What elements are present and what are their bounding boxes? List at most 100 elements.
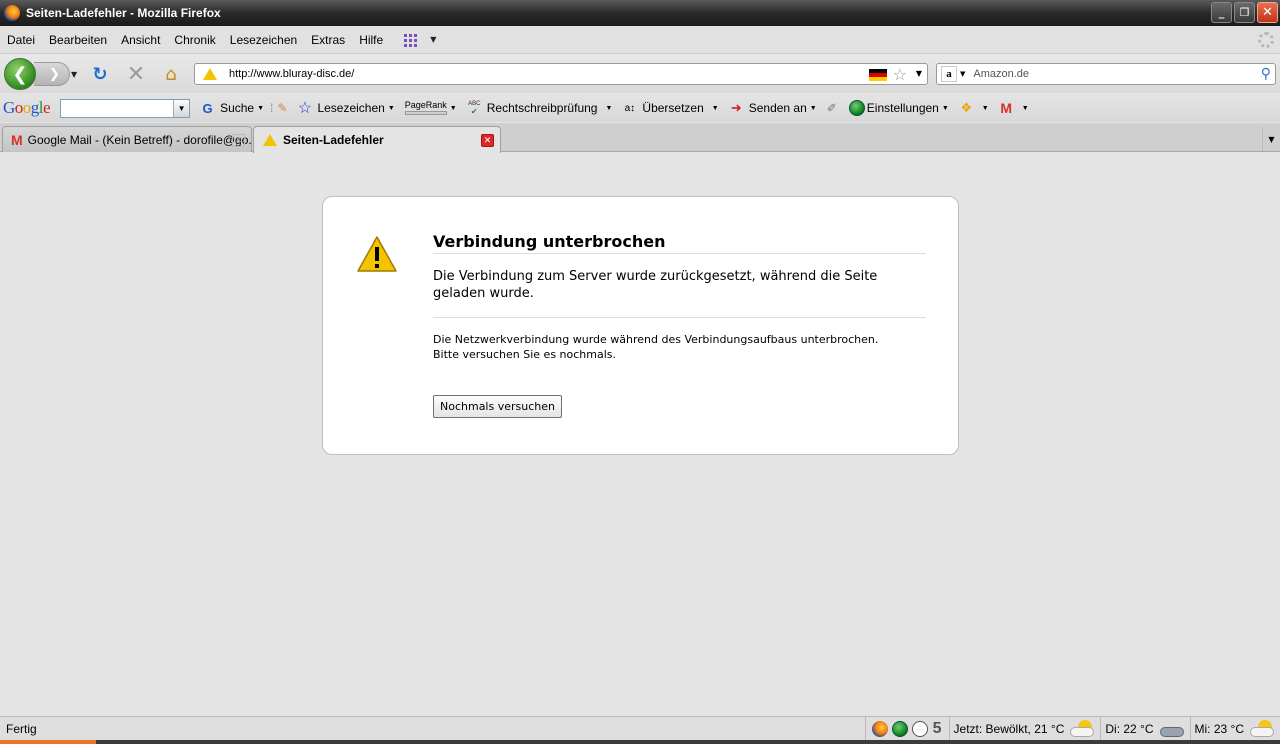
warning-icon [357,236,397,272]
status-addons-panel: 5 [864,717,949,740]
weather-wed-panel[interactable]: Mi: 23 °C [1189,717,1280,740]
back-forward-group: ❯ ❮ ▼ [4,58,80,90]
minimize-button[interactable]: _ [1211,2,1232,23]
maximize-button[interactable]: ❐ [1234,2,1255,23]
weather-cloud-icon [1070,719,1096,738]
menu-chronik[interactable]: Chronik [167,33,222,47]
back-button[interactable]: ❮ [4,58,36,90]
taskbar-start-button[interactable] [0,740,96,744]
reload-icon[interactable]: ↻ [90,64,110,85]
amazon-icon[interactable]: a [941,66,957,82]
menu-lesezeichen[interactable]: Lesezeichen [223,33,304,47]
send-to-button[interactable]: ➜ Senden an ▼ [729,100,817,116]
tab-label: Google Mail - (Kein Betreff) - dorofile@… [27,132,252,147]
send-icon: ➜ [730,100,742,115]
apps-grid-icon[interactable] [404,32,419,47]
weather-cloud-icon [1250,719,1276,738]
status-text: Fertig [6,721,37,736]
google-toolbar: Google ▼ G Suche ▼ ⁞ ✎ ☆ Lesezeichen ▼ PageR… [0,94,1280,122]
status-panels: 5 Jetzt: Bewölkt, 21 °C Di: 22 °C Mi: 23… [864,717,1280,740]
chevron-down-icon[interactable]: ▼ [173,99,190,117]
tab-strip: M Google Mail - (Kein Betreff) - dorofil… [0,123,1280,153]
search-bar[interactable]: a ▼ Amazon.de ⚲ [936,63,1276,85]
bookmark-star-icon[interactable]: ☆ [893,65,907,84]
error-long-line: Bitte versuchen Sie es nochmals. [433,348,617,361]
stop-icon[interactable]: ✕ [126,62,146,87]
tab-seiten-ladefehler[interactable]: Seiten-Ladefehler ✕ [253,126,501,153]
highlighter-icon[interactable]: ✐ [827,101,837,115]
menu-hilfe[interactable]: Hilfe [352,33,390,47]
german-flag-icon [869,69,887,81]
settings-green-icon [848,100,865,116]
url-dropdown-icon[interactable]: ▼ [916,69,922,78]
navigation-toolbar: ❯ ❮ ▼ ↻ ✕ ⌂ http://www.bluray-disc.de/ ☆… [0,55,1280,93]
forward-button[interactable]: ❯ [34,62,70,86]
menu-ansicht[interactable]: Ansicht [114,33,167,47]
url-input[interactable]: http://www.bluray-disc.de/ [229,68,354,80]
chevron-down-icon[interactable]: ▼ [430,35,436,44]
tab-list-button[interactable]: ▼ [1262,127,1280,151]
close-tab-button[interactable]: ✕ [481,134,494,147]
search-engine-dropdown-icon[interactable]: ▼ [960,70,965,78]
error-short-description: Die Verbindung zum Server wurde zurückge… [433,268,926,318]
warning-icon [263,134,277,146]
url-bar[interactable]: http://www.bluray-disc.de/ ☆ ▼ [194,63,928,85]
settings-button[interactable]: Einstellungen ▼ [847,100,949,116]
gmail-icon: M [11,131,23,148]
forward-arrow-icon: ❯ [49,66,60,82]
magnifier-icon[interactable]: ⚲ [1261,66,1271,82]
menu-bearbeiten[interactable]: Bearbeiten [42,33,114,47]
google-bookmarks-button[interactable]: ☆ Lesezeichen ▼ [297,100,395,117]
status-green-icon[interactable] [891,720,908,737]
translate-button[interactable]: a↕ Übersetzen ▼ [622,101,719,116]
home-icon[interactable]: ⌂ [161,64,181,85]
weather-tue-text: Di: 22 °C [1105,721,1154,736]
gadgets-button[interactable]: ❖ ▼ [959,100,988,116]
firefox-icon[interactable] [871,720,888,737]
window-titlebar: Seiten-Ladefehler - Mozilla Firefox _ ❐ … [0,0,1280,26]
spellcheck-icon: ABC ✔ [468,100,481,116]
tab-label: Seiten-Ladefehler [283,133,384,147]
menu-extras[interactable]: Extras [304,33,352,47]
spellcheck-button[interactable]: ABC ✔ Rechtschreibprüfung ▼ [467,100,612,116]
weather-wed-text: Mi: 23 °C [1194,721,1244,736]
error-title: Verbindung unterbrochen [433,232,926,254]
back-arrow-icon: ❮ [12,63,28,85]
menu-bar: Datei Bearbeiten Ansicht Chronik Lesezei… [0,26,1280,54]
window-controls: _ ❐ ✕ [1211,2,1278,23]
counter-badge[interactable]: 5 [933,720,942,738]
error-long-line: Die Netzwerkverbindung wurde während des… [433,333,879,346]
weather-now-text: Jetzt: Bewölkt, 21 °C [953,721,1065,736]
menu-datei[interactable]: Datei [0,33,42,47]
weather-tue-panel[interactable]: Di: 22 °C [1100,717,1189,740]
toolbar-grip-icon: ⁞ [270,101,274,115]
gmail-icon: M [1000,100,1013,116]
star-icon: ☆ [297,100,313,117]
error-long-description: Die Netzwerkverbindung wurde während des… [433,332,926,362]
google-search-input[interactable]: ▼ [60,98,191,118]
error-page-box: Verbindung unterbrochen Die Verbindung z… [322,196,959,455]
taskbar-strip [0,740,1280,744]
weather-rain-icon [1159,720,1186,738]
tab-google-mail[interactable]: M Google Mail - (Kein Betreff) - dorofil… [2,126,252,152]
warning-icon [203,68,217,80]
throbber-icon [1258,32,1274,48]
notepad-icon[interactable]: ✎ [277,101,287,115]
search-input[interactable]: Amazon.de [973,68,1029,80]
gmail-button[interactable]: M ▼ [999,100,1028,116]
gadgets-icon: ❖ [960,100,973,115]
clock-icon[interactable] [911,720,928,737]
history-dropdown-icon[interactable]: ▼ [71,70,77,79]
close-tab-button[interactable]: ✕ [232,134,245,147]
google-logo[interactable]: Google [3,98,51,118]
pagerank-indicator[interactable]: PageRank ▼ [404,101,457,115]
retry-button[interactable]: Nochmals versuchen [433,395,562,418]
google-search-button[interactable]: G Suche ▼ [200,100,265,116]
translate-icon: a↕ [624,102,636,114]
close-window-button[interactable]: ✕ [1257,2,1278,23]
weather-now-panel[interactable]: Jetzt: Bewölkt, 21 °C [948,717,1101,740]
status-bar: Fertig 5 Jetzt: Bewölkt, 21 °C Di: 22 °C… [0,716,1280,740]
page-content: Verbindung unterbrochen Die Verbindung z… [0,153,1280,716]
google-g-icon: G [202,100,213,116]
window-title: Seiten-Ladefehler - Mozilla Firefox [26,6,221,20]
